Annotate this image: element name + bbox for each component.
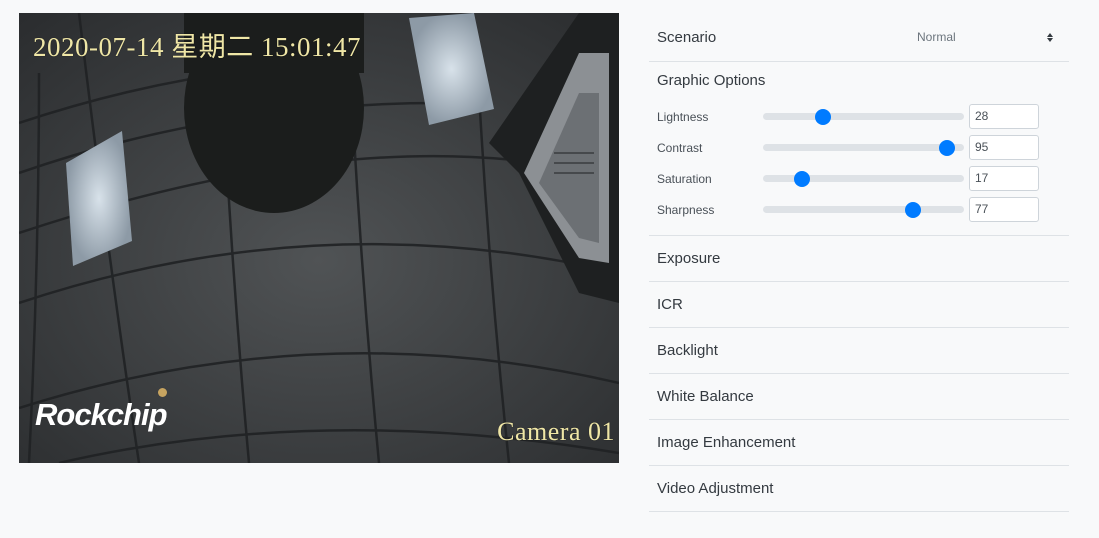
scenario-select[interactable]: Normal (911, 22, 1055, 52)
lightness-label: Lightness (657, 109, 709, 124)
osd-timestamp: 2020-07-14 星期二 15:01:47 (33, 32, 361, 62)
camera-scene-image (19, 13, 619, 463)
slider-row-saturation: Saturation 17 (657, 163, 1069, 194)
sharpness-label: Sharpness (657, 202, 715, 217)
lightness-input[interactable]: 28 (969, 104, 1039, 129)
sharpness-slider-thumb[interactable] (905, 201, 922, 218)
lightness-slider[interactable] (763, 108, 964, 125)
slider-row-sharpness: Sharpness 77 (657, 194, 1069, 225)
section-image-enhancement[interactable]: Image Enhancement (649, 420, 1069, 466)
saturation-slider[interactable] (763, 170, 964, 187)
scenario-selected-value: Normal (917, 30, 956, 44)
section-backlight[interactable]: Backlight (649, 328, 1069, 374)
select-updown-icon (1047, 32, 1053, 42)
section-icr[interactable]: ICR (649, 282, 1069, 328)
contrast-slider[interactable] (763, 139, 964, 156)
section-video-adjustment[interactable]: Video Adjustment (649, 466, 1069, 512)
settings-panel: Scenario Normal Graphic Options Lightnes… (649, 13, 1069, 512)
scenario-label: Scenario (657, 28, 717, 46)
sharpness-input[interactable]: 77 (969, 197, 1039, 222)
graphic-options-title[interactable]: Graphic Options (657, 62, 1069, 101)
contrast-slider-thumb[interactable] (938, 139, 955, 156)
section-white-balance[interactable]: White Balance (649, 374, 1069, 420)
sharpness-slider[interactable] (763, 201, 964, 218)
osd-camera-name: Camera 01 (497, 417, 615, 446)
isp-settings-page: 2020-07-14 星期二 15:01:47 Camera 01 Rockch… (0, 0, 1099, 538)
camera-preview: 2020-07-14 星期二 15:01:47 Camera 01 Rockch… (19, 13, 619, 463)
lightness-slider-thumb[interactable] (814, 108, 831, 125)
logo-dot (158, 388, 167, 397)
saturation-input[interactable]: 17 (969, 166, 1039, 191)
slider-row-lightness: Lightness 28 (657, 101, 1069, 132)
saturation-label: Saturation (657, 171, 712, 186)
scenario-row: Scenario Normal (649, 13, 1069, 62)
slider-row-contrast: Contrast 95 (657, 132, 1069, 163)
saturation-slider-thumb[interactable] (794, 170, 811, 187)
rockchip-logo: Rockchip (35, 397, 168, 432)
contrast-input[interactable]: 95 (969, 135, 1039, 160)
section-exposure[interactable]: Exposure (649, 236, 1069, 282)
graphic-options-section: Graphic Options Lightness 28 Contrast 95… (649, 62, 1069, 236)
contrast-label: Contrast (657, 140, 703, 155)
